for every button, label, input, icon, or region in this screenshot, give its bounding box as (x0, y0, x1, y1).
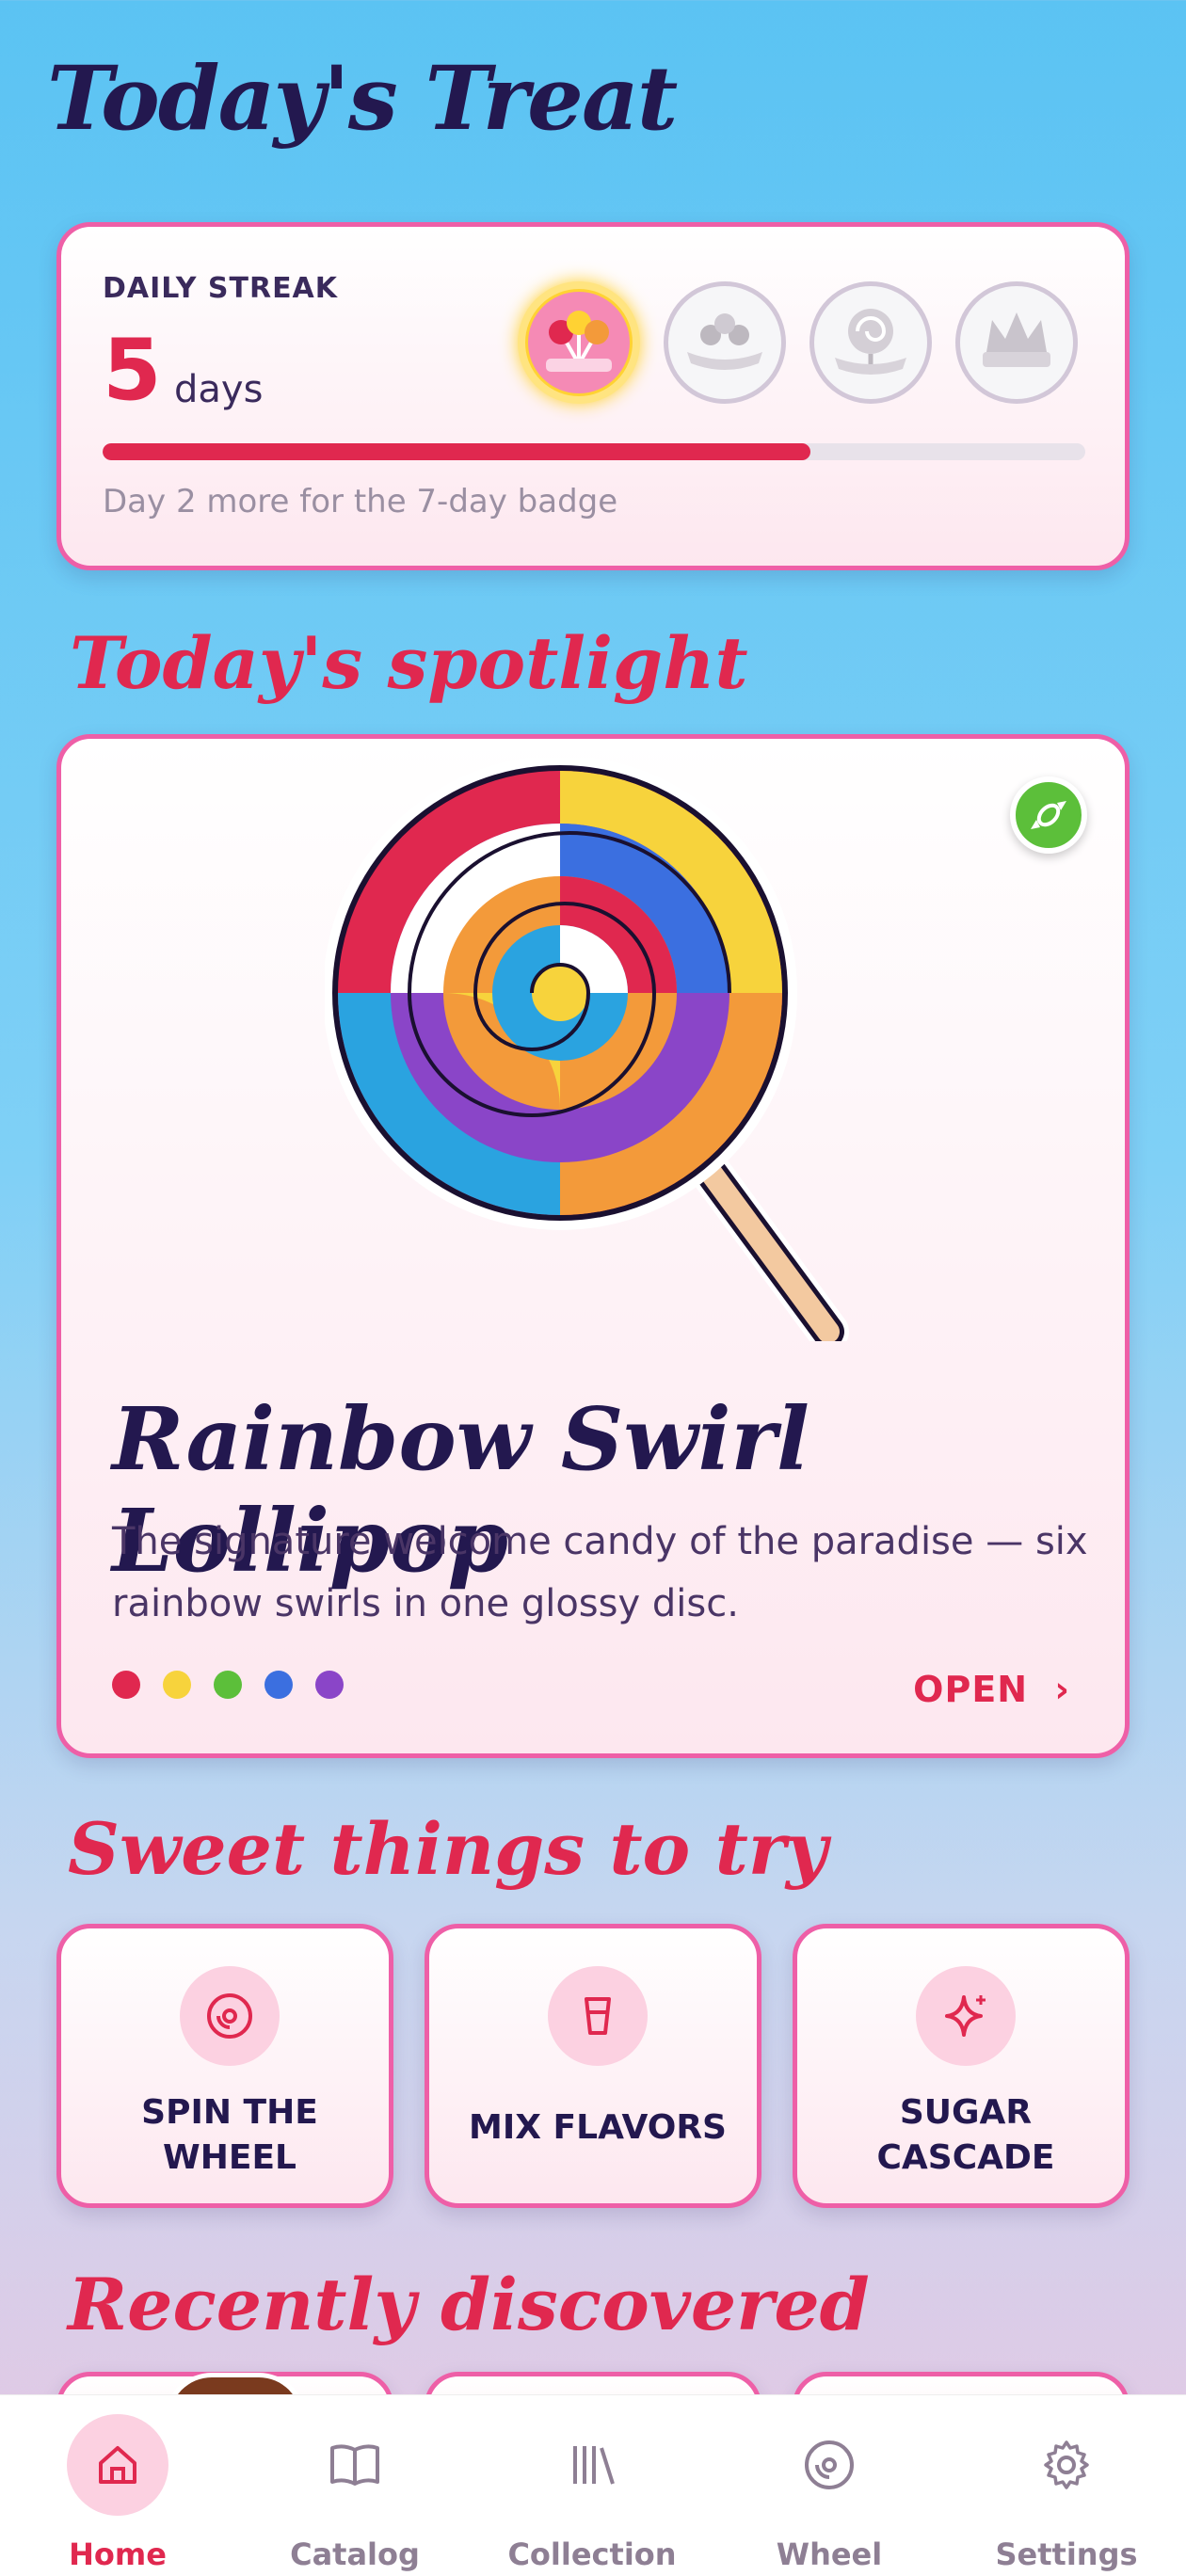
gear-icon (1016, 2414, 1117, 2516)
page-title: Today's Treat (47, 47, 678, 151)
streak-progress-fill (103, 443, 810, 460)
try-label: MIX FLAVORS (469, 2108, 727, 2147)
color-swatch (315, 1671, 344, 1699)
spin-wheel-card[interactable]: SPIN THE WHEEL (56, 1924, 393, 2208)
candy-crown-badge-icon[interactable] (955, 281, 1078, 404)
color-swatch (163, 1671, 191, 1699)
book-icon (304, 2414, 406, 2516)
nav-wheel[interactable]: Wheel (726, 2414, 933, 2572)
nav-label: Home (69, 2536, 167, 2572)
open-label: OPEN (913, 1669, 1029, 1710)
home-icon (67, 2414, 168, 2516)
sugar-cascade-card[interactable]: SUGAR CASCADE (793, 1924, 1130, 2208)
nav-label: Settings (995, 2536, 1138, 2572)
spotlight-card[interactable]: Rainbow Swirl Lollipop The signature wel… (56, 734, 1130, 1758)
nav-catalog[interactable]: Catalog (251, 2414, 458, 2572)
nav-collection[interactable]: Collection (489, 2414, 696, 2572)
wheel-icon (180, 1966, 280, 2066)
try-label: SUGAR CASCADE (876, 2093, 1055, 2177)
streak-unit: days (174, 368, 264, 411)
nav-label: Wheel (776, 2536, 883, 2572)
streak-hint: Day 2 more for the 7-day badge (103, 483, 618, 520)
streak-label: DAILY STREAK (103, 272, 339, 305)
lollipop-bouquet-badge-icon[interactable] (518, 281, 640, 404)
color-swatch (112, 1671, 140, 1699)
bottom-navigation: Home Catalog Collection Wheel Settings (0, 2394, 1186, 2576)
library-icon (541, 2414, 643, 2516)
rainbow-lollipop-image (325, 758, 849, 1341)
chocolates-badge-icon[interactable] (664, 281, 786, 404)
streak-card[interactable]: DAILY STREAK 5 days Day 2 more for the 7… (56, 222, 1130, 570)
open-button[interactable]: OPEN › (913, 1669, 1070, 1710)
try-heading: Sweet things to try (68, 1807, 828, 1891)
recent-heading: Recently discovered (68, 2263, 870, 2346)
streak-progress-bar (103, 443, 1085, 460)
color-swatch (214, 1671, 242, 1699)
sparkle-icon (916, 1966, 1016, 2066)
color-swatch (264, 1671, 293, 1699)
streak-count: 5 (103, 321, 162, 420)
chevron-right-icon: › (1054, 1669, 1070, 1710)
mix-flavors-card[interactable]: MIX FLAVORS (425, 1924, 761, 2208)
nav-label: Catalog (290, 2536, 420, 2572)
candy-tag-icon[interactable] (1010, 776, 1087, 854)
try-label: SPIN THE WHEEL (141, 2093, 318, 2177)
nav-home[interactable]: Home (14, 2414, 221, 2572)
cup-icon (548, 1966, 648, 2066)
swirl-lollipop-badge-icon[interactable] (809, 281, 932, 404)
nav-label: Collection (507, 2536, 677, 2572)
nav-settings[interactable]: Settings (963, 2414, 1170, 2572)
wheel-icon (778, 2414, 880, 2516)
candy-description: The signature welcome candy of the parad… (112, 1520, 1088, 1625)
spotlight-heading: Today's spotlight (70, 621, 748, 705)
